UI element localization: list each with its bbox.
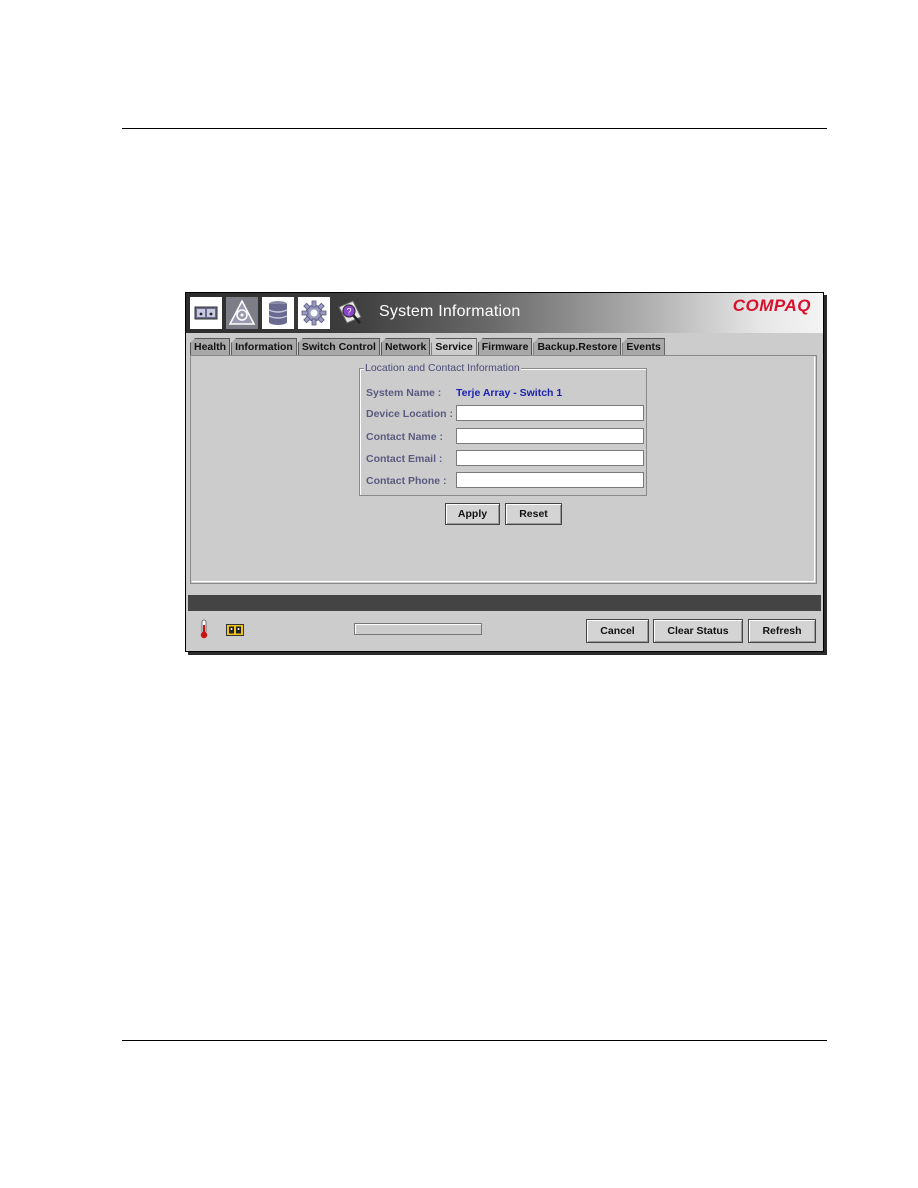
service-panel: Location and Contact Information System … — [190, 355, 817, 584]
header-banner: ? System Information COMPAQ — [186, 293, 823, 333]
storage-icon[interactable] — [262, 297, 294, 329]
device-location-row: Device Location : — [366, 405, 648, 423]
device-location-input[interactable] — [456, 405, 644, 421]
clear-status-button[interactable]: Clear Status — [653, 619, 743, 643]
system-name-value: Terje Array - Switch 1 — [456, 387, 563, 399]
svg-text:?: ? — [346, 307, 351, 317]
contact-email-label: Contact Email : — [366, 453, 443, 465]
tab-network[interactable]: Network — [380, 338, 431, 355]
temperature-icon[interactable] — [199, 619, 209, 644]
contact-email-input[interactable] — [456, 450, 644, 466]
hardware-view-icon[interactable] — [190, 297, 222, 329]
location-contact-group: Location and Contact Information System … — [359, 362, 648, 496]
system-information-window: ? System Information COMPAQ Health Infor… — [185, 292, 824, 652]
page-bottom-rule — [122, 1040, 827, 1041]
device-location-label: Device Location : — [366, 408, 453, 420]
tab-firmware[interactable]: Firmware — [477, 338, 533, 355]
settings-gear-icon[interactable] — [298, 297, 330, 329]
reset-button[interactable]: Reset — [505, 503, 562, 525]
contact-name-label: Contact Name : — [366, 431, 444, 443]
contact-name-input[interactable] — [456, 428, 644, 444]
window-title: System Information — [379, 303, 521, 320]
system-info-icon[interactable]: ? — [334, 297, 366, 329]
group-legend: Location and Contact Information — [364, 362, 521, 374]
system-name-label: System Name : — [366, 387, 442, 399]
status-bar — [188, 595, 821, 611]
tab-events[interactable]: Events — [622, 338, 665, 355]
tab-backup-restore[interactable]: Backup.Restore — [533, 338, 622, 355]
topology-icon[interactable] — [226, 297, 258, 329]
apply-button[interactable]: Apply — [445, 503, 500, 525]
power-supply-icon[interactable] — [226, 623, 244, 641]
contact-phone-row: Contact Phone : — [366, 472, 648, 490]
cancel-button[interactable]: Cancel — [586, 619, 649, 643]
contact-phone-label: Contact Phone : — [366, 475, 447, 487]
tab-health[interactable]: Health — [190, 338, 231, 355]
tab-bar: Health Information Switch Control Networ… — [190, 338, 666, 356]
refresh-button[interactable]: Refresh — [748, 619, 816, 643]
system-name-row: System Name : Terje Array - Switch 1 — [366, 384, 648, 402]
tab-service[interactable]: Service — [431, 338, 477, 356]
progress-bar — [354, 623, 482, 635]
contact-name-row: Contact Name : — [366, 428, 648, 446]
contact-phone-input[interactable] — [456, 472, 644, 488]
tab-information[interactable]: Information — [231, 338, 297, 355]
compaq-logo: COMPAQ — [732, 296, 811, 315]
contact-email-row: Contact Email : — [366, 450, 648, 468]
tab-switch-control[interactable]: Switch Control — [297, 338, 380, 355]
page-top-rule — [122, 128, 827, 129]
